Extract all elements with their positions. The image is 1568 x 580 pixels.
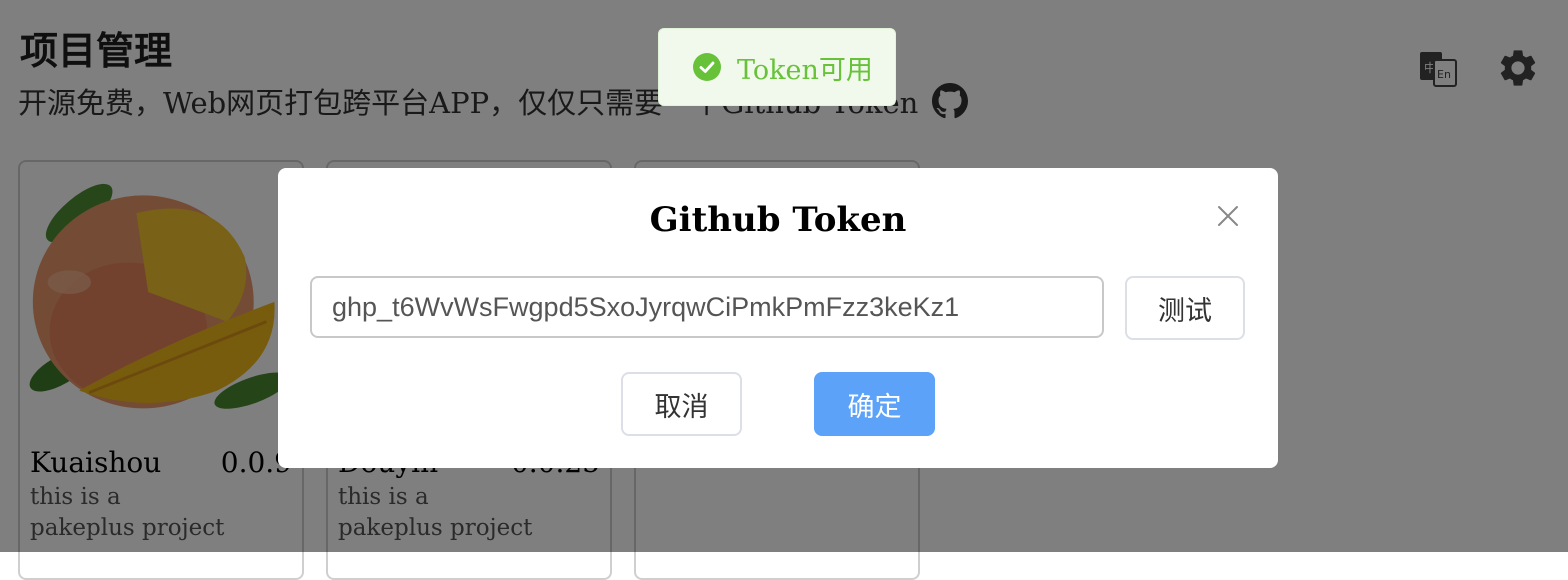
github-token-dialog: Github Token 测试 取消 确定 — [278, 168, 1278, 468]
check-circle-icon — [693, 53, 721, 81]
dialog-title: Github Token — [649, 200, 907, 240]
close-button[interactable] — [1210, 198, 1246, 234]
test-button[interactable]: 测试 — [1125, 276, 1245, 340]
cancel-button[interactable]: 取消 — [621, 372, 742, 436]
toast-message: Token可用 — [737, 54, 873, 86]
close-icon — [1218, 206, 1238, 226]
success-toast: Token可用 — [658, 28, 896, 106]
token-input[interactable] — [310, 276, 1104, 338]
confirm-button[interactable]: 确定 — [814, 372, 935, 436]
